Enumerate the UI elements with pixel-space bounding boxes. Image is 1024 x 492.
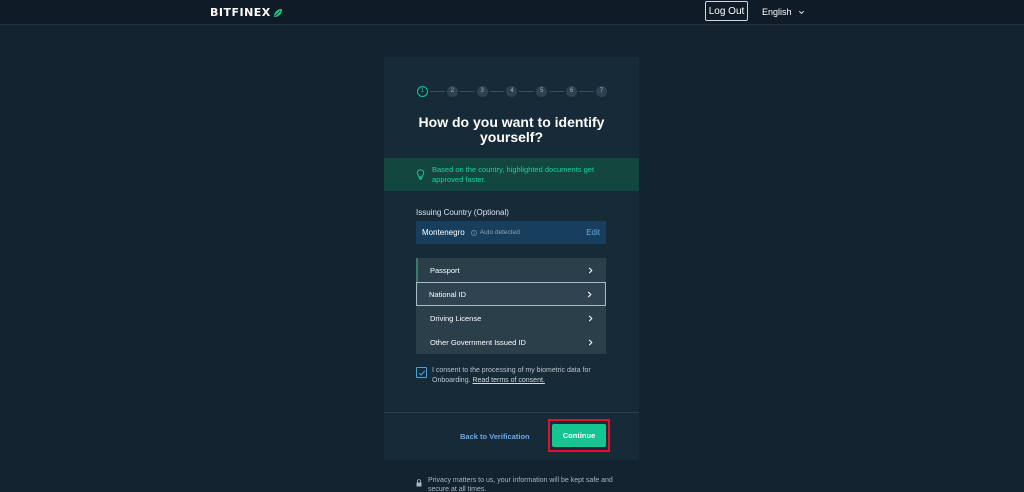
title-line-1: How do you want to identify	[418, 114, 605, 130]
step-connector	[430, 90, 445, 92]
step-connector	[519, 90, 535, 92]
document-option-label: Other Government Issued ID	[430, 337, 526, 347]
edit-country-link[interactable]: Edit	[586, 228, 600, 237]
document-option-passport[interactable]: Passport	[416, 258, 606, 282]
progress-stepper: 1 2 3 4 5 6 7	[417, 85, 607, 97]
issuing-country-label: Issuing Country (Optional)	[416, 208, 509, 217]
privacy-text: Privacy matters to us, your information …	[428, 477, 613, 492]
consent-row: I consent to the processing of my biomet…	[416, 366, 606, 385]
info-icon	[470, 229, 477, 236]
step-3: 3	[476, 85, 488, 97]
chevron-down-icon	[798, 10, 804, 14]
chevron-right-icon	[588, 267, 593, 273]
leaf-icon	[273, 8, 282, 17]
step-4: 4	[506, 85, 518, 97]
step-6: 6	[566, 85, 578, 97]
issuing-country-field: Montenegro Auto detected Edit	[416, 221, 606, 244]
step-5: 5	[536, 85, 548, 97]
document-option-label: National ID	[429, 289, 467, 299]
info-banner: Based on the country, highlighted docume…	[384, 158, 639, 191]
step-connector	[579, 90, 594, 92]
terms-of-consent-link[interactable]: Read terms of consent.	[472, 377, 544, 384]
consent-checkbox[interactable]	[416, 367, 427, 378]
language-selector[interactable]: English	[762, 6, 805, 18]
document-option-label: Passport	[430, 265, 460, 275]
checkmark-icon	[418, 369, 425, 376]
logo-text: BITFINEX	[210, 6, 271, 19]
info-text: Based on the country, highlighted docume…	[432, 165, 595, 184]
step-connector	[459, 90, 475, 92]
document-option-other-government-id[interactable]: Other Government Issued ID	[416, 330, 606, 354]
language-label: English	[762, 7, 792, 17]
step-connector	[549, 90, 565, 92]
auto-detected-label: Auto detected	[479, 229, 520, 236]
back-to-verification-link[interactable]: Back to Verification	[460, 432, 530, 441]
page-title: How do you want to identify yourself?	[384, 115, 639, 145]
document-type-list: Passport National ID Driving License Oth…	[416, 258, 606, 354]
lock-icon	[416, 479, 422, 487]
document-option-label: Driving License	[430, 313, 482, 323]
chevron-right-icon	[588, 339, 593, 345]
lightbulb-icon	[416, 169, 425, 180]
title-line-2: yourself?	[479, 129, 543, 145]
consent-text: I consent to the processing of my biomet…	[432, 366, 606, 385]
divider	[384, 412, 639, 413]
chevron-right-icon	[588, 315, 593, 321]
continue-button[interactable]: Continue	[552, 424, 606, 447]
privacy-note: Privacy matters to us, your information …	[416, 476, 616, 492]
document-option-national-id[interactable]: National ID	[416, 282, 606, 306]
step-1: 1	[417, 85, 428, 97]
identity-card: 1 2 3 4 5 6 7 How do you want to identif…	[384, 57, 639, 460]
logout-button[interactable]: Log Out	[705, 1, 748, 21]
chevron-right-icon	[587, 291, 592, 297]
top-header: BITFINEX Log Out English	[0, 0, 1024, 25]
document-option-driving-license[interactable]: Driving License	[416, 306, 606, 330]
bitfinex-logo[interactable]: BITFINEX	[210, 6, 283, 19]
step-connector	[489, 90, 505, 92]
step-2: 2	[446, 85, 458, 97]
country-name: Montenegro	[422, 228, 465, 237]
step-7: 7	[595, 85, 607, 97]
